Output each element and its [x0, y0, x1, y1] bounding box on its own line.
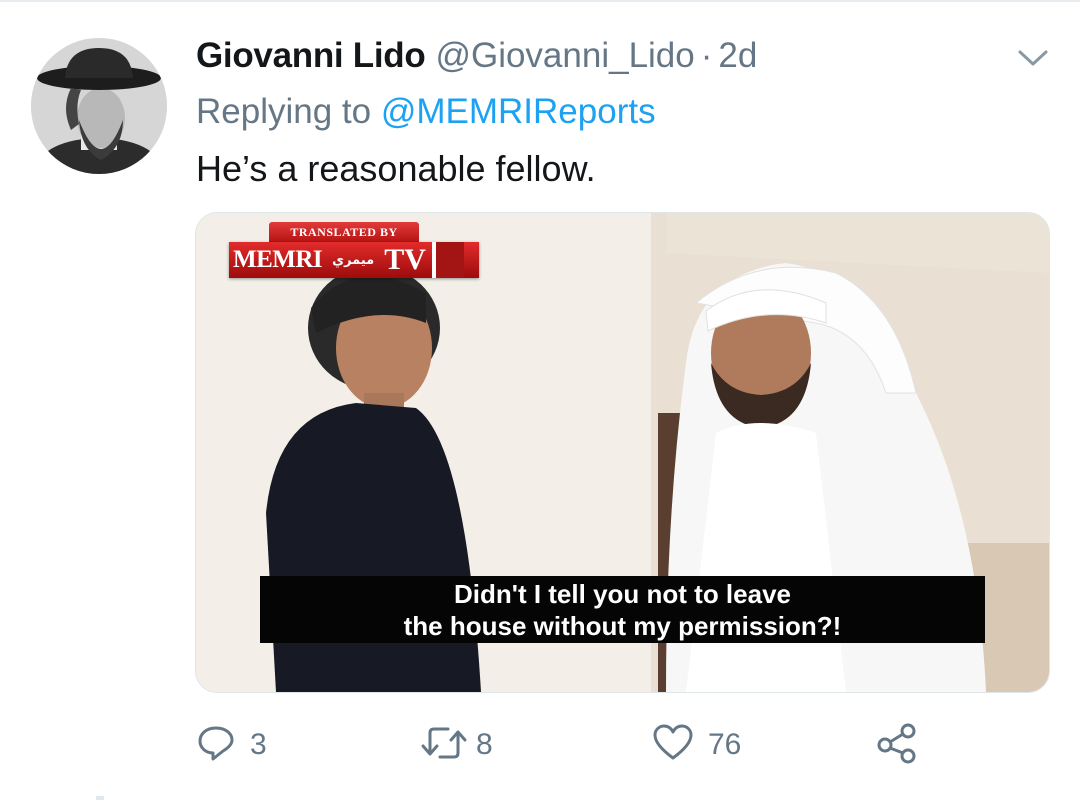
memri-watermark: TRANSLATED BY MEMRI ميمري TV [229, 222, 479, 278]
avatar-image [31, 38, 167, 174]
reply-icon [196, 723, 236, 768]
watermark-tv: TV [384, 243, 426, 276]
like-button[interactable]: 76 [652, 722, 741, 768]
user-handle[interactable]: @Giovanni_Lido [435, 36, 694, 76]
subtitle-line-2: the house without my permission?! [403, 611, 842, 641]
replying-to-line: Replying to @MEMRIReports [196, 92, 656, 132]
like-count: 76 [708, 728, 742, 761]
reply-button[interactable]: 3 [196, 722, 267, 768]
tweet-media[interactable]: TRANSLATED BY MEMRI ميمري TV Didn't I te… [195, 212, 1050, 693]
watermark-brand: MEMRI [233, 246, 323, 273]
subtitle-line-1: Didn't I tell you not to leave [454, 579, 791, 609]
top-divider [0, 0, 1080, 2]
timestamp[interactable]: 2d [718, 36, 757, 76]
replying-prefix: Replying to [196, 92, 372, 131]
tweet-text: He’s a reasonable fellow. [196, 148, 596, 189]
chevron-down-icon[interactable] [1016, 46, 1050, 70]
retweet-icon [420, 723, 468, 768]
share-icon [876, 722, 918, 769]
bottom-divider-mark [96, 796, 104, 800]
watermark-top-label: TRANSLATED BY [269, 222, 419, 242]
share-button[interactable] [876, 722, 918, 768]
tweet-actions: 3 8 76 [0, 722, 1080, 772]
heart-icon [652, 723, 694, 768]
tweet-header: Giovanni Lido @Giovanni_Lido · 2d [196, 36, 757, 80]
display-name[interactable]: Giovanni Lido [196, 36, 426, 76]
watermark-bar: MEMRI ميمري TV [229, 242, 479, 278]
avatar[interactable] [31, 38, 167, 174]
retweet-button[interactable]: 8 [420, 722, 493, 768]
video-subtitle: Didn't I tell you not to leave the house… [260, 576, 985, 643]
retweet-count: 8 [476, 728, 493, 761]
replying-to-link[interactable]: @MEMRIReports [381, 92, 656, 131]
watermark-tab [431, 242, 464, 278]
reply-count: 3 [250, 728, 267, 761]
watermark-arabic: ميمري [332, 252, 375, 268]
separator-dot: · [700, 36, 713, 75]
